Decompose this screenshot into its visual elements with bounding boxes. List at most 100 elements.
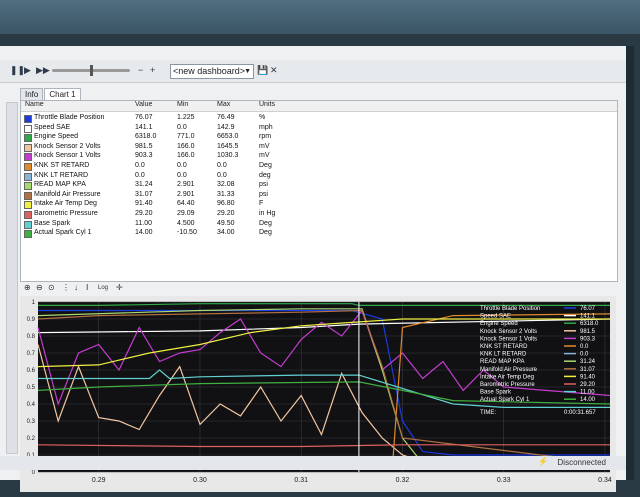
- cell-name: Manifold Air Pressure: [34, 190, 101, 198]
- legend-label: Manifold Air Pressure: [480, 367, 538, 373]
- toolbar: ❚❚ ▶ ▶▶ − + <new dashboard> ▼ 💾 ✕: [0, 60, 626, 83]
- legend-value: 6318.0: [580, 321, 599, 327]
- maximize-icon[interactable]: ☐: [598, 34, 612, 46]
- cell-min: 64.40: [177, 200, 195, 208]
- cell-name: KNK ST RETARD: [34, 162, 90, 169]
- cell-value: 0.0: [135, 171, 145, 179]
- table-row[interactable]: Manifold Air Pressure 31.07 2.901 31.33 psi: [21, 190, 617, 200]
- status-bar: ⚡ Disconnected: [0, 456, 626, 470]
- x-tick-label: 0.29: [92, 477, 106, 484]
- zoom-out-button[interactable]: −: [138, 64, 143, 76]
- cell-min: 2.901: [177, 190, 195, 198]
- fast-forward-button[interactable]: ▶▶: [36, 64, 50, 76]
- cell-value: 29.20: [135, 210, 153, 217]
- cell-name: Speed SAE: [34, 123, 71, 131]
- time-value: 0:00:31.657: [564, 410, 596, 416]
- cell-name: Knock Sensor 2 Volts: [34, 142, 101, 150]
- cell-units: Deg: [259, 219, 272, 227]
- legend-label: Barometric Pressure: [480, 382, 535, 388]
- log-scale-button[interactable]: Log: [98, 285, 108, 291]
- cell-units: psi: [259, 181, 268, 189]
- cell-min: 29.09: [177, 210, 195, 217]
- pause-button[interactable]: ❚❚: [10, 64, 25, 76]
- play-button[interactable]: ▶: [24, 64, 31, 76]
- zoom-in-button[interactable]: +: [150, 64, 155, 76]
- cell-min: 166.0: [177, 142, 195, 150]
- cell-max: 31.33: [217, 190, 235, 198]
- crosshair-icon[interactable]: ✛: [116, 283, 123, 292]
- zoom-fit-icon[interactable]: ⊙: [48, 283, 55, 292]
- table-row[interactable]: Knock Sensor 1 Volts 903.3 166.0 1030.3 mV: [21, 151, 617, 162]
- cell-max: 76.49: [217, 114, 235, 121]
- cell-min: 1.225: [177, 114, 195, 121]
- header-name[interactable]: Name: [25, 101, 44, 108]
- minimize-icon[interactable]: ▁: [584, 34, 598, 46]
- cell-name: Engine Speed: [34, 133, 78, 141]
- table-row[interactable]: Base Spark 11.00 4.500 49.50 Deg: [21, 219, 617, 229]
- y-tick-label: 0.3: [27, 419, 36, 425]
- cell-max: 96.80: [217, 200, 235, 208]
- marker-icon[interactable]: ↓: [74, 283, 78, 292]
- cell-max: 34.00: [217, 229, 235, 237]
- table-row[interactable]: Actual Spark Cyl 1 14.00 -10.50 34.00 Deg: [21, 228, 617, 239]
- cell-max: 1645.5: [217, 142, 239, 150]
- table-row[interactable]: Barometric Pressure 29.20 29.09 29.20 in Hg: [21, 209, 617, 219]
- cell-max: 142.9: [217, 123, 235, 131]
- connection-status: Disconnected: [557, 458, 606, 467]
- x-tick-label: 0.31: [294, 477, 308, 484]
- parameter-grid: Name Value Min Max Units Throttle Blade …: [20, 100, 618, 282]
- table-row[interactable]: READ MAP KPA 31.24 2.901 32.08 psi: [21, 180, 617, 191]
- y-tick-label: 0.8: [27, 334, 36, 340]
- cell-name: KNK LT RETARD: [34, 171, 89, 179]
- time-label: TIME:: [480, 410, 496, 416]
- save-icon[interactable]: 💾: [257, 64, 268, 76]
- cell-units: mV: [259, 142, 270, 150]
- chart-toolbar: ⊕ ⊖ ⊙ ⋮ ↓ Ⅰ Log ✛: [20, 282, 616, 294]
- y-tick-label: 0.7: [27, 351, 36, 357]
- cell-value: 903.3: [135, 152, 153, 160]
- legend-value: 31.24: [580, 359, 596, 365]
- legend-value: 31.07: [580, 367, 596, 373]
- measure-icon[interactable]: Ⅰ: [86, 283, 88, 292]
- x-tick-label: 0.34: [598, 477, 612, 484]
- header-units[interactable]: Units: [259, 101, 275, 108]
- zoom-in-icon[interactable]: ⊕: [24, 283, 31, 292]
- table-row[interactable]: Throttle Blade Position 76.07 1.225 76.49%: [21, 113, 617, 123]
- legend-label: Actual Spark Cyl 1: [480, 397, 530, 403]
- cursor-tool-icon[interactable]: ⋮: [62, 283, 70, 292]
- header-min[interactable]: Min: [177, 101, 188, 108]
- cell-value: 14.00: [135, 229, 153, 237]
- dashboard-select[interactable]: <new dashboard> ▼: [170, 64, 254, 79]
- grid-header: Name Value Min Max Units: [21, 101, 617, 112]
- y-tick-label: 0.2: [27, 436, 36, 442]
- cell-max: 0.0: [217, 162, 227, 169]
- close-window-icon[interactable]: ✕: [612, 34, 626, 46]
- app-window: ❚❚ ▶ ▶▶ − + <new dashboard> ▼ 💾 ✕ Info Ch…: [0, 46, 634, 492]
- legend-value: 141.1: [580, 314, 596, 320]
- legend-value: 0.0: [580, 344, 589, 350]
- desktop-titlebar: [0, 0, 640, 34]
- cell-min: 771.0: [177, 133, 195, 141]
- zoom-out-icon[interactable]: ⊖: [36, 283, 43, 292]
- cell-value: 141.1: [135, 123, 153, 131]
- header-max[interactable]: Max: [217, 101, 230, 108]
- table-row[interactable]: Engine Speed 6318.0 771.0 6653.0 rpm: [21, 132, 617, 143]
- table-row[interactable]: Knock Sensor 2 Volts 981.5 166.0 1645.5 mV: [21, 142, 617, 152]
- legend-value: 29.20: [580, 382, 596, 388]
- table-row[interactable]: Intake Air Temp Deg 91.40 64.40 96.80 F: [21, 199, 617, 210]
- cell-max: 29.20: [217, 210, 235, 217]
- table-row[interactable]: KNK LT RETARD 0.0 0.0 0.0 deg: [21, 171, 617, 181]
- legend-label: Intake Air Temp Deg: [480, 374, 534, 380]
- legend-label: Engine Speed: [480, 321, 518, 327]
- legend-value: 903.3: [580, 336, 596, 342]
- slider-thumb[interactable]: [90, 65, 93, 76]
- table-row[interactable]: Speed SAE 141.1 0.0 142.9 mph: [21, 123, 617, 133]
- cell-units: Deg: [259, 162, 272, 169]
- legend-value: 76.07: [580, 306, 596, 312]
- header-value[interactable]: Value: [135, 101, 152, 108]
- close-dashboard-icon[interactable]: ✕: [270, 64, 278, 76]
- table-row[interactable]: KNK ST RETARD 0.0 0.0 0.0 Deg: [21, 161, 617, 171]
- legend-label: KNK LT RETARD: [480, 352, 527, 358]
- playback-slider[interactable]: [52, 65, 130, 76]
- legend-label: KNK ST RETARD: [480, 344, 528, 350]
